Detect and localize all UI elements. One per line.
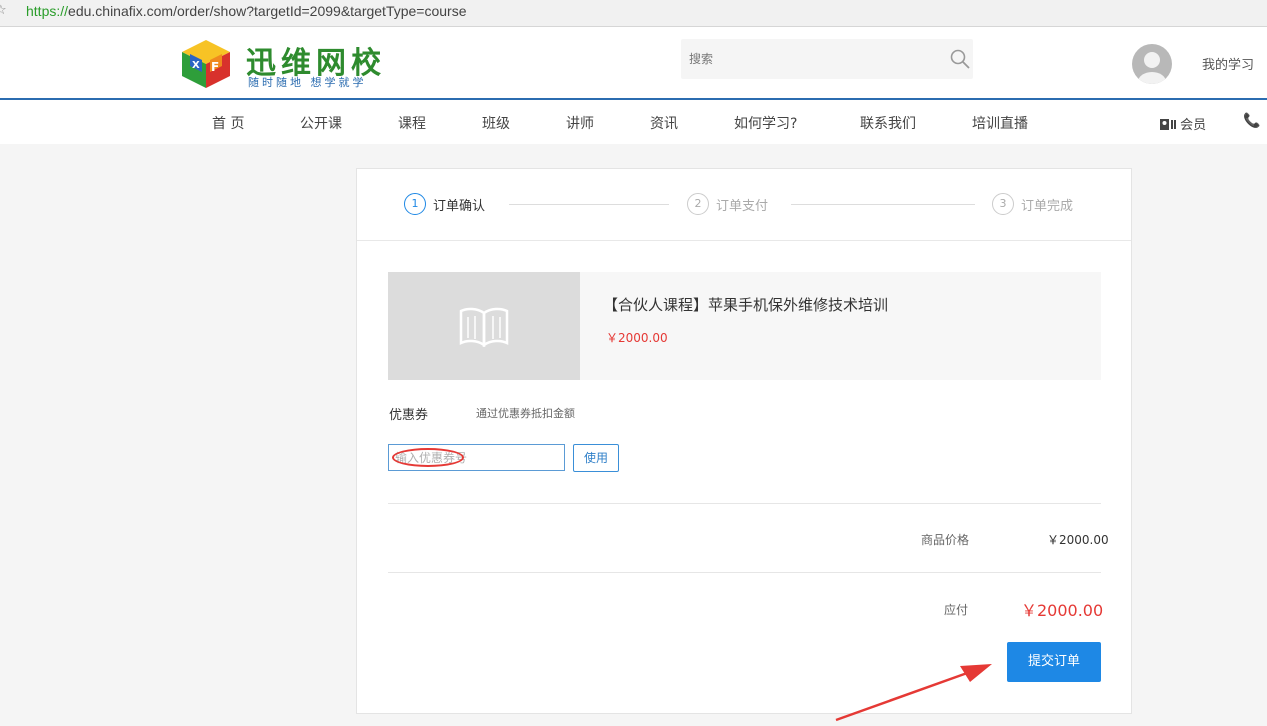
url-scheme: https:// — [26, 3, 69, 19]
my-study-link[interactable]: 我的学习 — [1202, 54, 1254, 73]
goods-price-label: 商品价格 — [921, 533, 970, 547]
member-link[interactable]: 会员 — [1160, 114, 1206, 133]
nav-item-news[interactable]: 资讯 — [650, 113, 678, 133]
product-thumbnail[interactable] — [388, 272, 580, 380]
search-icon[interactable] — [949, 48, 971, 70]
site-header: F X 迅维网校 随时随地 想学就学 我的学习 — [0, 27, 1267, 99]
user-avatar[interactable] — [1132, 44, 1172, 84]
nav-item-contact[interactable]: 联系我们 — [860, 113, 916, 133]
order-steps: 1 订单确认 2 订单支付 3 订单完成 — [357, 169, 1131, 241]
svg-text:X: X — [192, 60, 200, 71]
url-path: edu.chinafix.com/order/show?targetId=209… — [68, 3, 467, 19]
coupon-hint: 通过优惠券抵扣金额 — [476, 407, 575, 420]
main-nav: 首 页 公开课 课程 班级 讲师 资讯 如何学习? 联系我们 培训直播 会员 📞 — [0, 100, 1267, 144]
phone-icon[interactable]: 📞 — [1243, 113, 1260, 129]
book-icon — [459, 307, 509, 347]
step-label: 订单完成 — [1021, 198, 1074, 214]
nav-item-class[interactable]: 班级 — [482, 113, 510, 133]
submit-order-button[interactable]: 提交订单 — [1007, 642, 1101, 682]
step-number: 3 — [992, 193, 1014, 215]
product-price: ￥2000.00 — [606, 331, 668, 345]
nav-item-how-to-learn[interactable]: 如何学习? — [734, 113, 797, 133]
bookmark-star-icon[interactable]: ☆ — [0, 3, 7, 18]
step-confirm: 1 订单确认 — [404, 193, 485, 217]
nav-item-live-training[interactable]: 培训直播 — [972, 113, 1028, 133]
step-number: 2 — [687, 193, 709, 215]
step-number: 1 — [404, 193, 426, 215]
step-label: 订单支付 — [716, 198, 769, 214]
member-label: 会员 — [1180, 118, 1207, 133]
nav-item-course[interactable]: 课程 — [398, 113, 426, 133]
step-connector — [509, 204, 669, 205]
step-complete: 3 订单完成 — [992, 193, 1073, 217]
coupon-label: 优惠券 — [389, 408, 429, 423]
svg-text:F: F — [211, 60, 219, 74]
nav-item-home[interactable]: 首 页 — [212, 113, 244, 133]
address-url[interactable]: https://edu.chinafix.com/order/show?targ… — [26, 3, 467, 19]
search-input[interactable] — [681, 39, 941, 79]
avatar-silhouette-icon — [1138, 52, 1166, 84]
amount-due-label: 应付 — [944, 603, 969, 617]
section-divider — [388, 572, 1101, 573]
order-card: 1 订单确认 2 订单支付 3 订单完成 【合伙人课程】苹果手机保外维修技术培训 ￥2… — [356, 168, 1132, 714]
step-payment: 2 订单支付 — [687, 193, 768, 217]
browser-address-bar[interactable]: ☆ https://edu.chinafix.com/order/show?ta… — [0, 0, 1267, 27]
nav-item-teacher[interactable]: 讲师 — [566, 113, 594, 133]
amount-due-value: ￥2000.00 — [1021, 601, 1104, 620]
nav-item-open-course[interactable]: 公开课 — [300, 113, 342, 133]
use-coupon-button[interactable]: 使用 — [573, 444, 619, 472]
member-card-icon — [1160, 119, 1176, 130]
step-label: 订单确认 — [433, 198, 486, 214]
goods-price-value: ￥2000.00 — [1047, 533, 1109, 547]
logo-cube-icon: F X — [182, 40, 230, 88]
search-box — [681, 39, 973, 79]
product-item: 【合伙人课程】苹果手机保外维修技术培训 ￥2000.00 — [388, 272, 1101, 380]
logo-slogan: 随时随地 想学就学 — [248, 76, 367, 89]
product-name[interactable]: 【合伙人课程】苹果手机保外维修技术培训 — [603, 294, 888, 315]
site-logo[interactable]: F X 迅维网校 随时随地 想学就学 — [180, 38, 395, 90]
section-divider — [388, 503, 1101, 504]
coupon-code-input[interactable] — [388, 444, 565, 471]
step-connector — [791, 204, 975, 205]
